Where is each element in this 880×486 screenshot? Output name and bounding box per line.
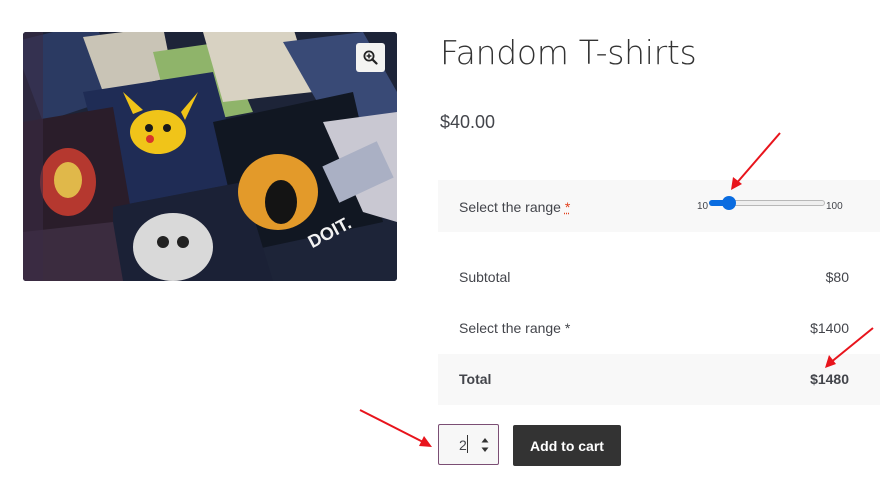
red-arrow-quantity	[359, 409, 432, 447]
total-label: Total	[459, 371, 492, 387]
range-label: Select the range *	[459, 199, 571, 215]
totals-row-subtotal: Subtotal $80	[438, 252, 880, 303]
totals-row-range: Select the range * $1400	[438, 303, 880, 354]
spin-arrows-icon[interactable]	[481, 437, 489, 453]
tshirt-photo: DOIT.	[23, 32, 397, 281]
zoom-in-icon	[363, 50, 378, 65]
slider-thumb[interactable]	[722, 196, 736, 210]
range-cost-value: $1400	[810, 320, 849, 336]
subtotal-value: $80	[825, 269, 849, 285]
range-field: Select the range * 10 100	[438, 180, 880, 232]
add-to-cart-button[interactable]: Add to cart	[513, 425, 621, 466]
product-image[interactable]: DOIT.	[23, 32, 397, 281]
total-value: $1480	[810, 371, 849, 387]
range-min-label: 10	[697, 201, 709, 212]
range-max-label: 100	[826, 201, 843, 212]
text-caret	[467, 435, 468, 453]
range-slider[interactable]	[709, 196, 825, 210]
totals-row-total: Total $1480	[438, 354, 880, 405]
range-cost-label: Select the range *	[459, 320, 571, 336]
product-title: Fandom T-shirts	[440, 33, 697, 72]
quantity-stepper[interactable]: 2	[438, 424, 499, 465]
required-mark: *	[564, 199, 571, 215]
subtotal-label: Subtotal	[459, 269, 511, 285]
quantity-value: 2	[459, 437, 467, 453]
product-price: $40.00	[440, 112, 496, 132]
zoom-button[interactable]	[356, 43, 385, 72]
